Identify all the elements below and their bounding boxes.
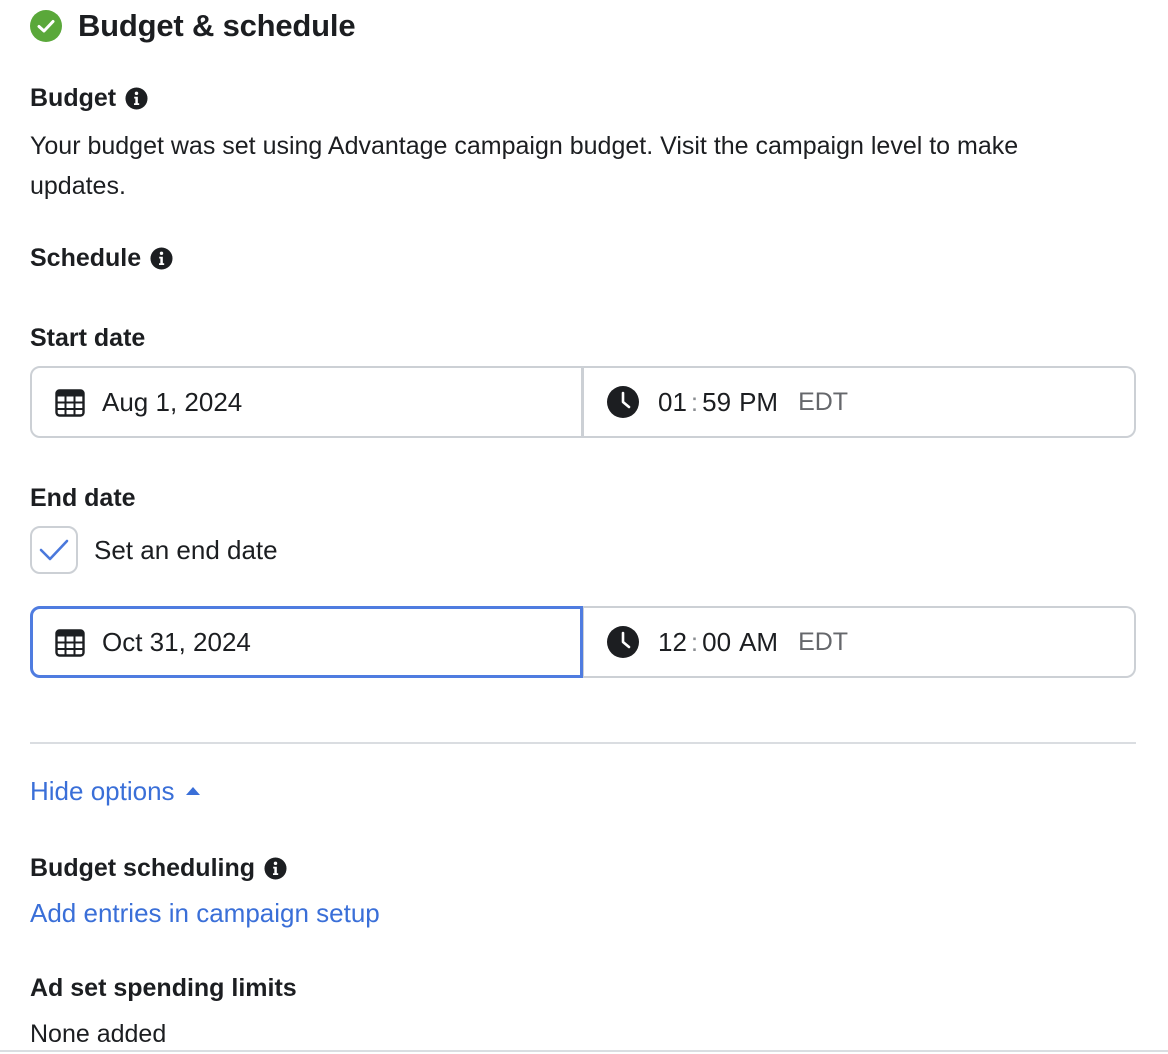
spending-limits-label: Ad set spending limits <box>30 973 297 1002</box>
end-hour[interactable]: 12 <box>658 627 687 658</box>
end-ampm[interactable]: AM <box>739 627 778 658</box>
budget-label: Budget <box>30 82 148 114</box>
end-date-value: Oct 31, 2024 <box>102 626 251 657</box>
start-date-input[interactable]: Aug 1, 2024 <box>30 366 583 438</box>
budget-description: Your budget was set using Advantage camp… <box>30 132 1019 200</box>
clock-icon <box>607 386 639 418</box>
schedule-label: Schedule <box>30 242 173 274</box>
time-separator: : <box>690 386 699 417</box>
end-date-checkbox-label[interactable]: Set an end date <box>94 530 278 570</box>
clock-icon <box>607 626 639 658</box>
start-datetime-field: Aug 1, 2024 01 : 59 PM EDT <box>30 366 1136 438</box>
checkmark-icon <box>39 539 69 561</box>
budget-scheduling-label: Budget scheduling <box>30 852 287 884</box>
end-date-input[interactable]: Oct 31, 2024 <box>30 606 583 678</box>
calendar-icon <box>55 389 85 417</box>
section-title: Budget & schedule <box>78 8 356 43</box>
schedule-label-text: Schedule <box>30 243 142 272</box>
end-minute[interactable]: 00 <box>702 627 731 658</box>
end-date-checkbox[interactable] <box>30 526 78 574</box>
hide-options-toggle[interactable]: Hide options <box>30 776 200 807</box>
divider <box>30 742 1136 744</box>
start-ampm[interactable]: PM <box>739 387 778 418</box>
caret-up-icon <box>185 786 200 795</box>
start-hour[interactable]: 01 <box>658 387 687 418</box>
bottom-border <box>0 1050 1168 1052</box>
calendar-icon <box>55 629 85 657</box>
start-date-value: Aug 1, 2024 <box>102 386 243 417</box>
start-minute[interactable]: 59 <box>702 387 731 418</box>
time-separator: : <box>690 626 699 657</box>
info-icon[interactable] <box>125 86 148 110</box>
add-entries-link[interactable]: Add entries in campaign setup <box>30 898 380 929</box>
info-icon[interactable] <box>264 856 287 880</box>
end-time-input[interactable]: 12 : 00 AM EDT <box>583 606 1136 678</box>
info-icon[interactable] <box>150 246 173 270</box>
start-timezone: EDT <box>798 387 849 416</box>
budget-scheduling-label-text: Budget scheduling <box>30 853 255 882</box>
start-date-label: Start date <box>30 323 146 352</box>
hide-options-label[interactable]: Hide options <box>30 776 175 807</box>
end-date-label: End date <box>30 483 136 512</box>
spending-limits-value: None added <box>30 1020 167 1048</box>
end-datetime-field: Oct 31, 2024 12 : 00 AM EDT <box>30 606 1136 678</box>
section-header: Budget & schedule <box>30 8 356 44</box>
end-timezone: EDT <box>798 627 849 656</box>
check-circle-icon <box>30 10 62 42</box>
start-time-input[interactable]: 01 : 59 PM EDT <box>583 366 1136 438</box>
budget-label-text: Budget <box>30 83 117 112</box>
